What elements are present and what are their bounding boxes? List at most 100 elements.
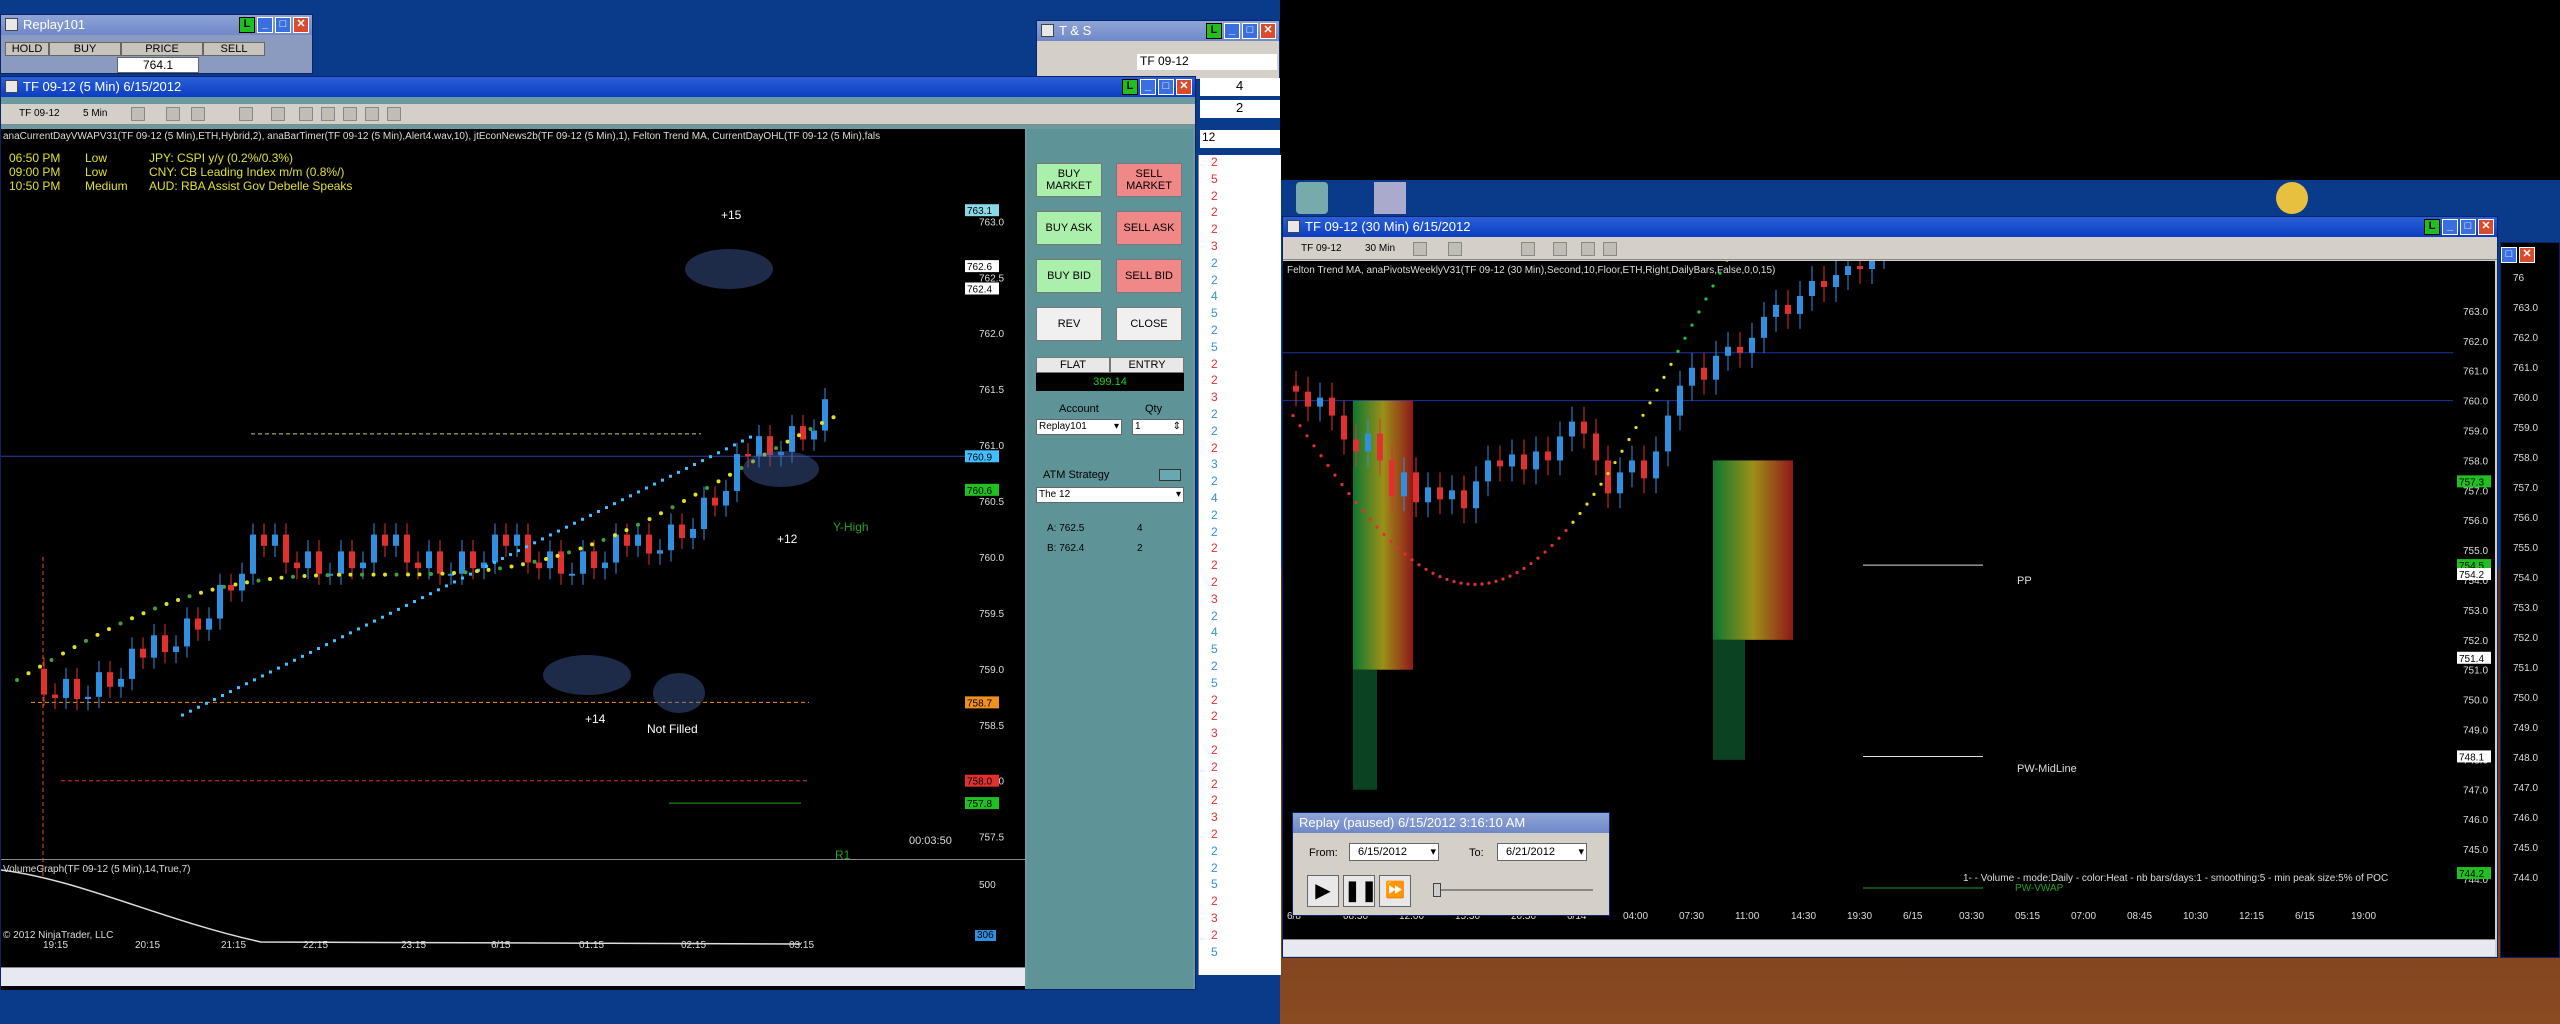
price-tag-label: 760.6 <box>967 486 992 497</box>
zoom-icon[interactable] <box>271 107 285 121</box>
candle-body <box>1305 391 1311 407</box>
replay-title: Replay101 <box>23 17 86 32</box>
close-button[interactable]: ✕ <box>2478 219 2494 235</box>
instrument-select[interactable]: TF 09-12 <box>1301 242 1342 256</box>
chart5-scrollbar[interactable] <box>1 967 1025 986</box>
sell-header[interactable]: SELL <box>203 42 265 56</box>
chart30-scrollbar[interactable] <box>1283 939 2495 956</box>
x-tick-label: 03:15 <box>789 940 815 951</box>
strategies-icon[interactable] <box>343 107 357 121</box>
ma-dot <box>187 594 192 599</box>
interval-select[interactable]: 5 Min <box>83 107 107 121</box>
buy-bid-button[interactable]: BUY BID <box>1036 259 1102 293</box>
chart5-titlebar[interactable]: TF 09-12 (5 Min) 6/15/2012 L _ □ ✕ <box>1 77 1195 97</box>
maximize-button[interactable]: □ <box>2460 219 2476 235</box>
from-date-select[interactable]: 6/15/2012 ▾ <box>1349 843 1439 861</box>
recycle-bin-icon[interactable] <box>1296 182 1328 214</box>
atm-strategy-select[interactable]: The 12 ▾ <box>1036 487 1184 503</box>
reverse-button[interactable]: REV <box>1036 307 1102 341</box>
fast-forward-button[interactable]: ⏩ <box>1379 875 1411 907</box>
link-button[interactable]: L <box>2424 219 2440 235</box>
candle-body <box>1773 304 1779 317</box>
clock-icon[interactable] <box>2276 182 2308 214</box>
y-tick-label: 762.0 <box>2463 337 2488 348</box>
cursor-icon[interactable] <box>239 107 253 121</box>
ma-dot <box>590 542 594 547</box>
bar-type-icon[interactable] <box>1413 242 1427 256</box>
candle-body <box>1677 385 1683 416</box>
indicators-icon[interactable] <box>321 107 335 121</box>
y-tick-label: 749.0 <box>2513 723 2539 734</box>
maximize-button[interactable]: □ <box>1158 79 1174 95</box>
pencil-icon[interactable] <box>166 107 180 121</box>
replay-speed-slider[interactable] <box>1433 889 1593 891</box>
desktop-black-strip <box>1280 0 2560 180</box>
ma-dot <box>670 505 675 510</box>
close-button[interactable]: ✕ <box>293 17 309 33</box>
interval-select[interactable]: 30 Min <box>1365 242 1395 256</box>
ma-dot <box>797 433 801 438</box>
ma-dot <box>141 611 146 616</box>
indicators-icon[interactable] <box>1603 242 1617 256</box>
ts-list-item: 5 <box>1211 877 1218 892</box>
close-button[interactable]: ✕ <box>1176 79 1192 95</box>
link-button[interactable]: L <box>239 17 255 33</box>
ts-titlebar[interactable]: T & S L _ □ ✕ <box>1037 21 1279 41</box>
close-button[interactable]: ✕ <box>2519 247 2535 263</box>
zoom-icon[interactable] <box>1553 242 1567 256</box>
link-button[interactable]: L <box>1122 79 1138 95</box>
atm-settings-icon[interactable] <box>1159 469 1181 481</box>
cursor-icon[interactable] <box>1521 242 1535 256</box>
replay-slider-handle[interactable] <box>1433 883 1441 897</box>
ts-list-item: 2 <box>1211 255 1218 270</box>
pause-button[interactable]: ❚❚ <box>1343 875 1378 907</box>
link-button[interactable]: L <box>1206 23 1222 39</box>
sell-market-button[interactable]: SELL MARKET <box>1116 163 1182 197</box>
replay-control-titlebar[interactable]: Replay (paused) 6/15/2012 3:16:10 AM <box>1293 813 1609 833</box>
annotation-label: +14 <box>585 712 606 726</box>
ts-instrument[interactable]: TF 09-12 <box>1137 54 1277 70</box>
sell-bid-button[interactable]: SELL BID <box>1116 259 1182 293</box>
maximize-button[interactable]: □ <box>1242 23 1258 39</box>
y-tick-label: 761.0 <box>2463 367 2488 378</box>
sell-ask-button[interactable]: SELL ASK <box>1116 211 1182 245</box>
close-button[interactable]: ✕ <box>1260 23 1276 39</box>
bar-type-icon[interactable] <box>131 107 145 121</box>
minimize-button[interactable]: _ <box>1224 23 1240 39</box>
instrument-select[interactable]: TF 09-12 <box>19 107 60 121</box>
to-date-select[interactable]: 6/21/2012 ▾ <box>1497 843 1587 861</box>
ma-dot <box>348 572 353 577</box>
buy-header[interactable]: BUY <box>49 42 121 56</box>
minimize-button[interactable]: _ <box>1140 79 1156 95</box>
qty-value: 1 <box>1135 421 1141 432</box>
chevron-down-icon: ▾ <box>1430 846 1436 858</box>
minimize-button[interactable]: _ <box>2442 219 2458 235</box>
buy-ask-button[interactable]: BUY ASK <box>1036 211 1102 245</box>
chart-trader-icon[interactable] <box>365 107 379 121</box>
trend-dot <box>213 697 216 701</box>
ma-dot <box>601 537 606 542</box>
maximize-button[interactable]: □ <box>2501 247 2517 263</box>
maximize-button[interactable]: □ <box>275 17 291 33</box>
replay-titlebar[interactable]: Replay101 L _ □ ✕ <box>1 15 312 35</box>
ma-dot <box>1690 323 1694 327</box>
network-icon[interactable] <box>1374 182 1406 214</box>
ma-dot <box>26 671 31 676</box>
chart30-titlebar[interactable]: TF 09-12 (30 Min) 6/15/2012 L _ □ ✕ <box>1283 217 2497 237</box>
buy-market-button[interactable]: BUY MARKET <box>1036 163 1102 197</box>
chart5-plot-area[interactable]: anaCurrentDayVWAPV31(TF 09-12 (5 Min),ET… <box>1 129 1025 995</box>
pencil-icon[interactable] <box>1448 242 1462 256</box>
data-box-icon[interactable] <box>387 107 401 121</box>
play-button[interactable]: ▶ <box>1307 875 1339 907</box>
draw-tool-icon[interactable] <box>191 107 205 121</box>
candle-body <box>1581 421 1587 434</box>
ma-dot <box>1452 579 1456 584</box>
close-position-button[interactable]: CLOSE <box>1116 307 1182 341</box>
qty-stepper[interactable]: 1 ⇕ <box>1132 419 1184 435</box>
candle-body <box>1665 415 1671 452</box>
properties-icon[interactable] <box>299 107 313 121</box>
account-select[interactable]: Replay101 ▾ <box>1036 419 1122 435</box>
properties-icon[interactable] <box>1581 242 1595 256</box>
minimize-button[interactable]: _ <box>257 17 273 33</box>
hold-header[interactable]: HOLD <box>5 42 49 56</box>
